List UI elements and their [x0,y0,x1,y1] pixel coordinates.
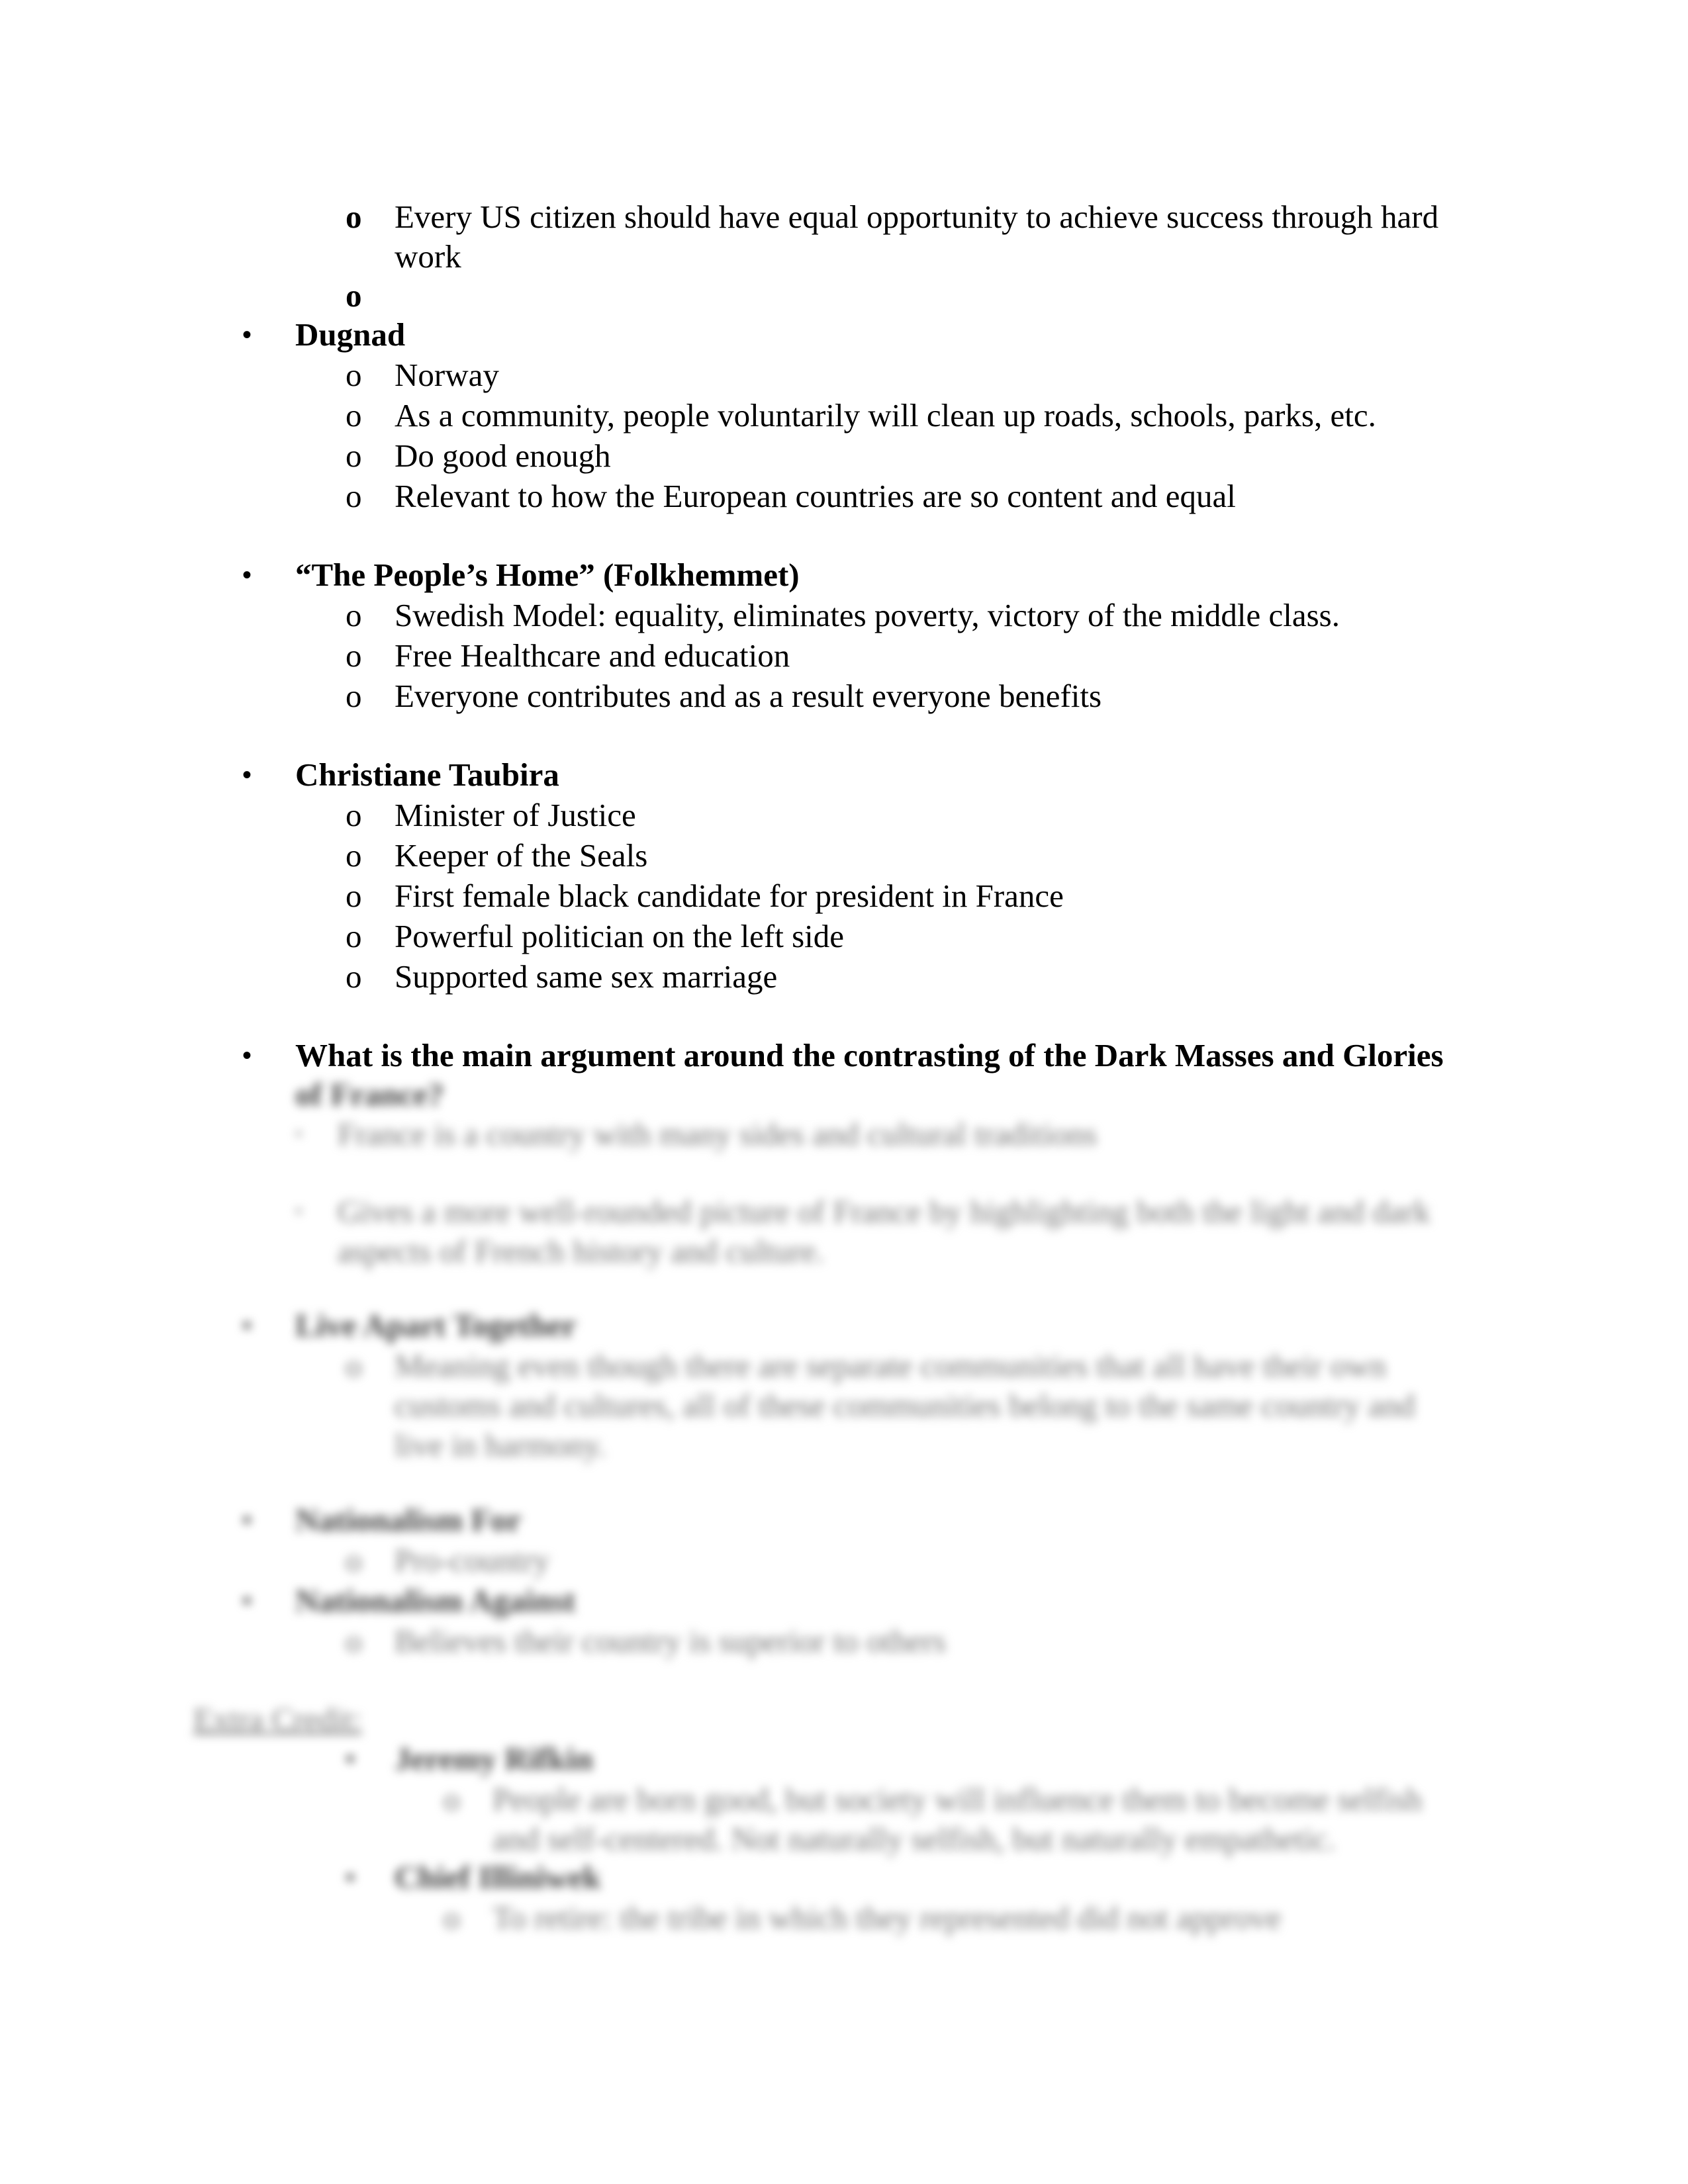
document-page: o Every US citizen should have equal opp… [0,0,1688,2184]
sub-bullet-icon: o [346,397,362,433]
sub-bullet-icon: o [346,437,362,474]
bullet-icon: • [295,1123,303,1145]
sub-bullet-icon: o [346,918,362,954]
sub-bullet-icon: o [346,357,362,393]
extra-credit-label: Extra Credit: [193,1701,362,1737]
sub-bullet-icon: o [346,597,362,633]
bullet-icon: • [242,760,252,790]
sub-bullet-icon: o [346,878,362,914]
bullet-icon: • [242,1040,252,1070]
sub-bullet-icon: o [346,678,362,714]
sub-bullet-icon: o [346,837,362,874]
sub-bullet-icon: o [346,797,362,833]
bullet-icon: • [346,1862,355,1892]
sub-bullet-icon: o [346,1542,362,1578]
bullet-icon: • [242,1586,252,1615]
sub-bullet-icon: o [444,1781,460,1817]
sub-bullet-icon: o [444,1899,460,1936]
bullet-icon: • [242,560,252,590]
sub-bullet-icon: o [346,1347,362,1384]
sub-bullet-icon: o [346,958,362,995]
sub-bullet-icon: o [346,637,362,674]
bullet-icon: • [295,1201,303,1222]
bullet-icon: • [242,1310,252,1340]
bullet-icon: • [346,1744,355,1774]
sub-bullet-icon: o [346,478,362,514]
sub-bullet-icon: o [346,199,362,235]
bullet-icon: • [242,320,252,349]
sub-bullet-icon: o [346,277,362,314]
sub-bullet-icon: o [346,1623,362,1659]
bullet-icon: • [242,1505,252,1535]
